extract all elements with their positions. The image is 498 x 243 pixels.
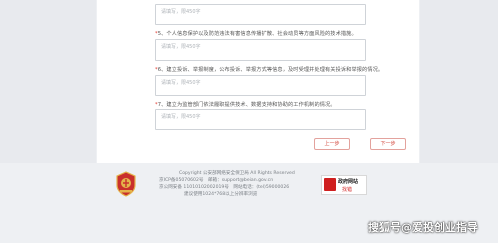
answer-placeholder: 请填写，限450字 [161,80,201,86]
resolution-tip: 建议使用1024*768以上分辨率浏览 [184,192,258,197]
answer-box-6[interactable]: 请填写，限450字 [155,75,366,96]
question-6: *6、建立投诉、举报制度，公布投诉、举报方式等信息，及时受理并处理有关投诉和举报… [155,67,384,73]
next-button[interactable]: 下一步 [370,138,406,150]
answer-box-5[interactable]: 请填写，限450字 [155,39,366,61]
gov-emblem-icon [324,178,336,191]
answer-box-7[interactable]: 请填写，限450字 [155,109,366,130]
answer-placeholder: 请填写，限450字 [161,9,201,15]
gongan-text: 京公网安备 11010102002019号 网站电话：(tel)59000026 [159,185,290,190]
answer-box-4[interactable]: 请填写，限450字 [155,4,366,25]
answer-placeholder: 请填写，限450字 [161,44,201,50]
email-link[interactable]: support@beian.gov.cn [222,178,273,183]
answer-placeholder: 请填写，限450字 [161,114,201,120]
question-7: *7、建立为监管部门依法履职提供技术、数据支持和协助的工作机制的情况。 [155,102,336,108]
gov-site-error-badge[interactable]: 政府网站 找错 [321,175,367,195]
police-emblem-logo [116,171,136,197]
prev-button[interactable]: 上一步 [314,138,350,150]
watermark: 搜狐号@爱投创业指导 [368,221,478,234]
copyright-text: Copyright 公安部网络安全保卫局 All Rights Reserved [179,171,295,176]
icp-text: 京ICP备05070602号 邮箱：support@beian.gov.cn [159,178,274,183]
question-5: *5、个人信息保护以及防范违法有害信息传播扩散、社会动员等方面风险的技术措施。 [155,31,357,37]
